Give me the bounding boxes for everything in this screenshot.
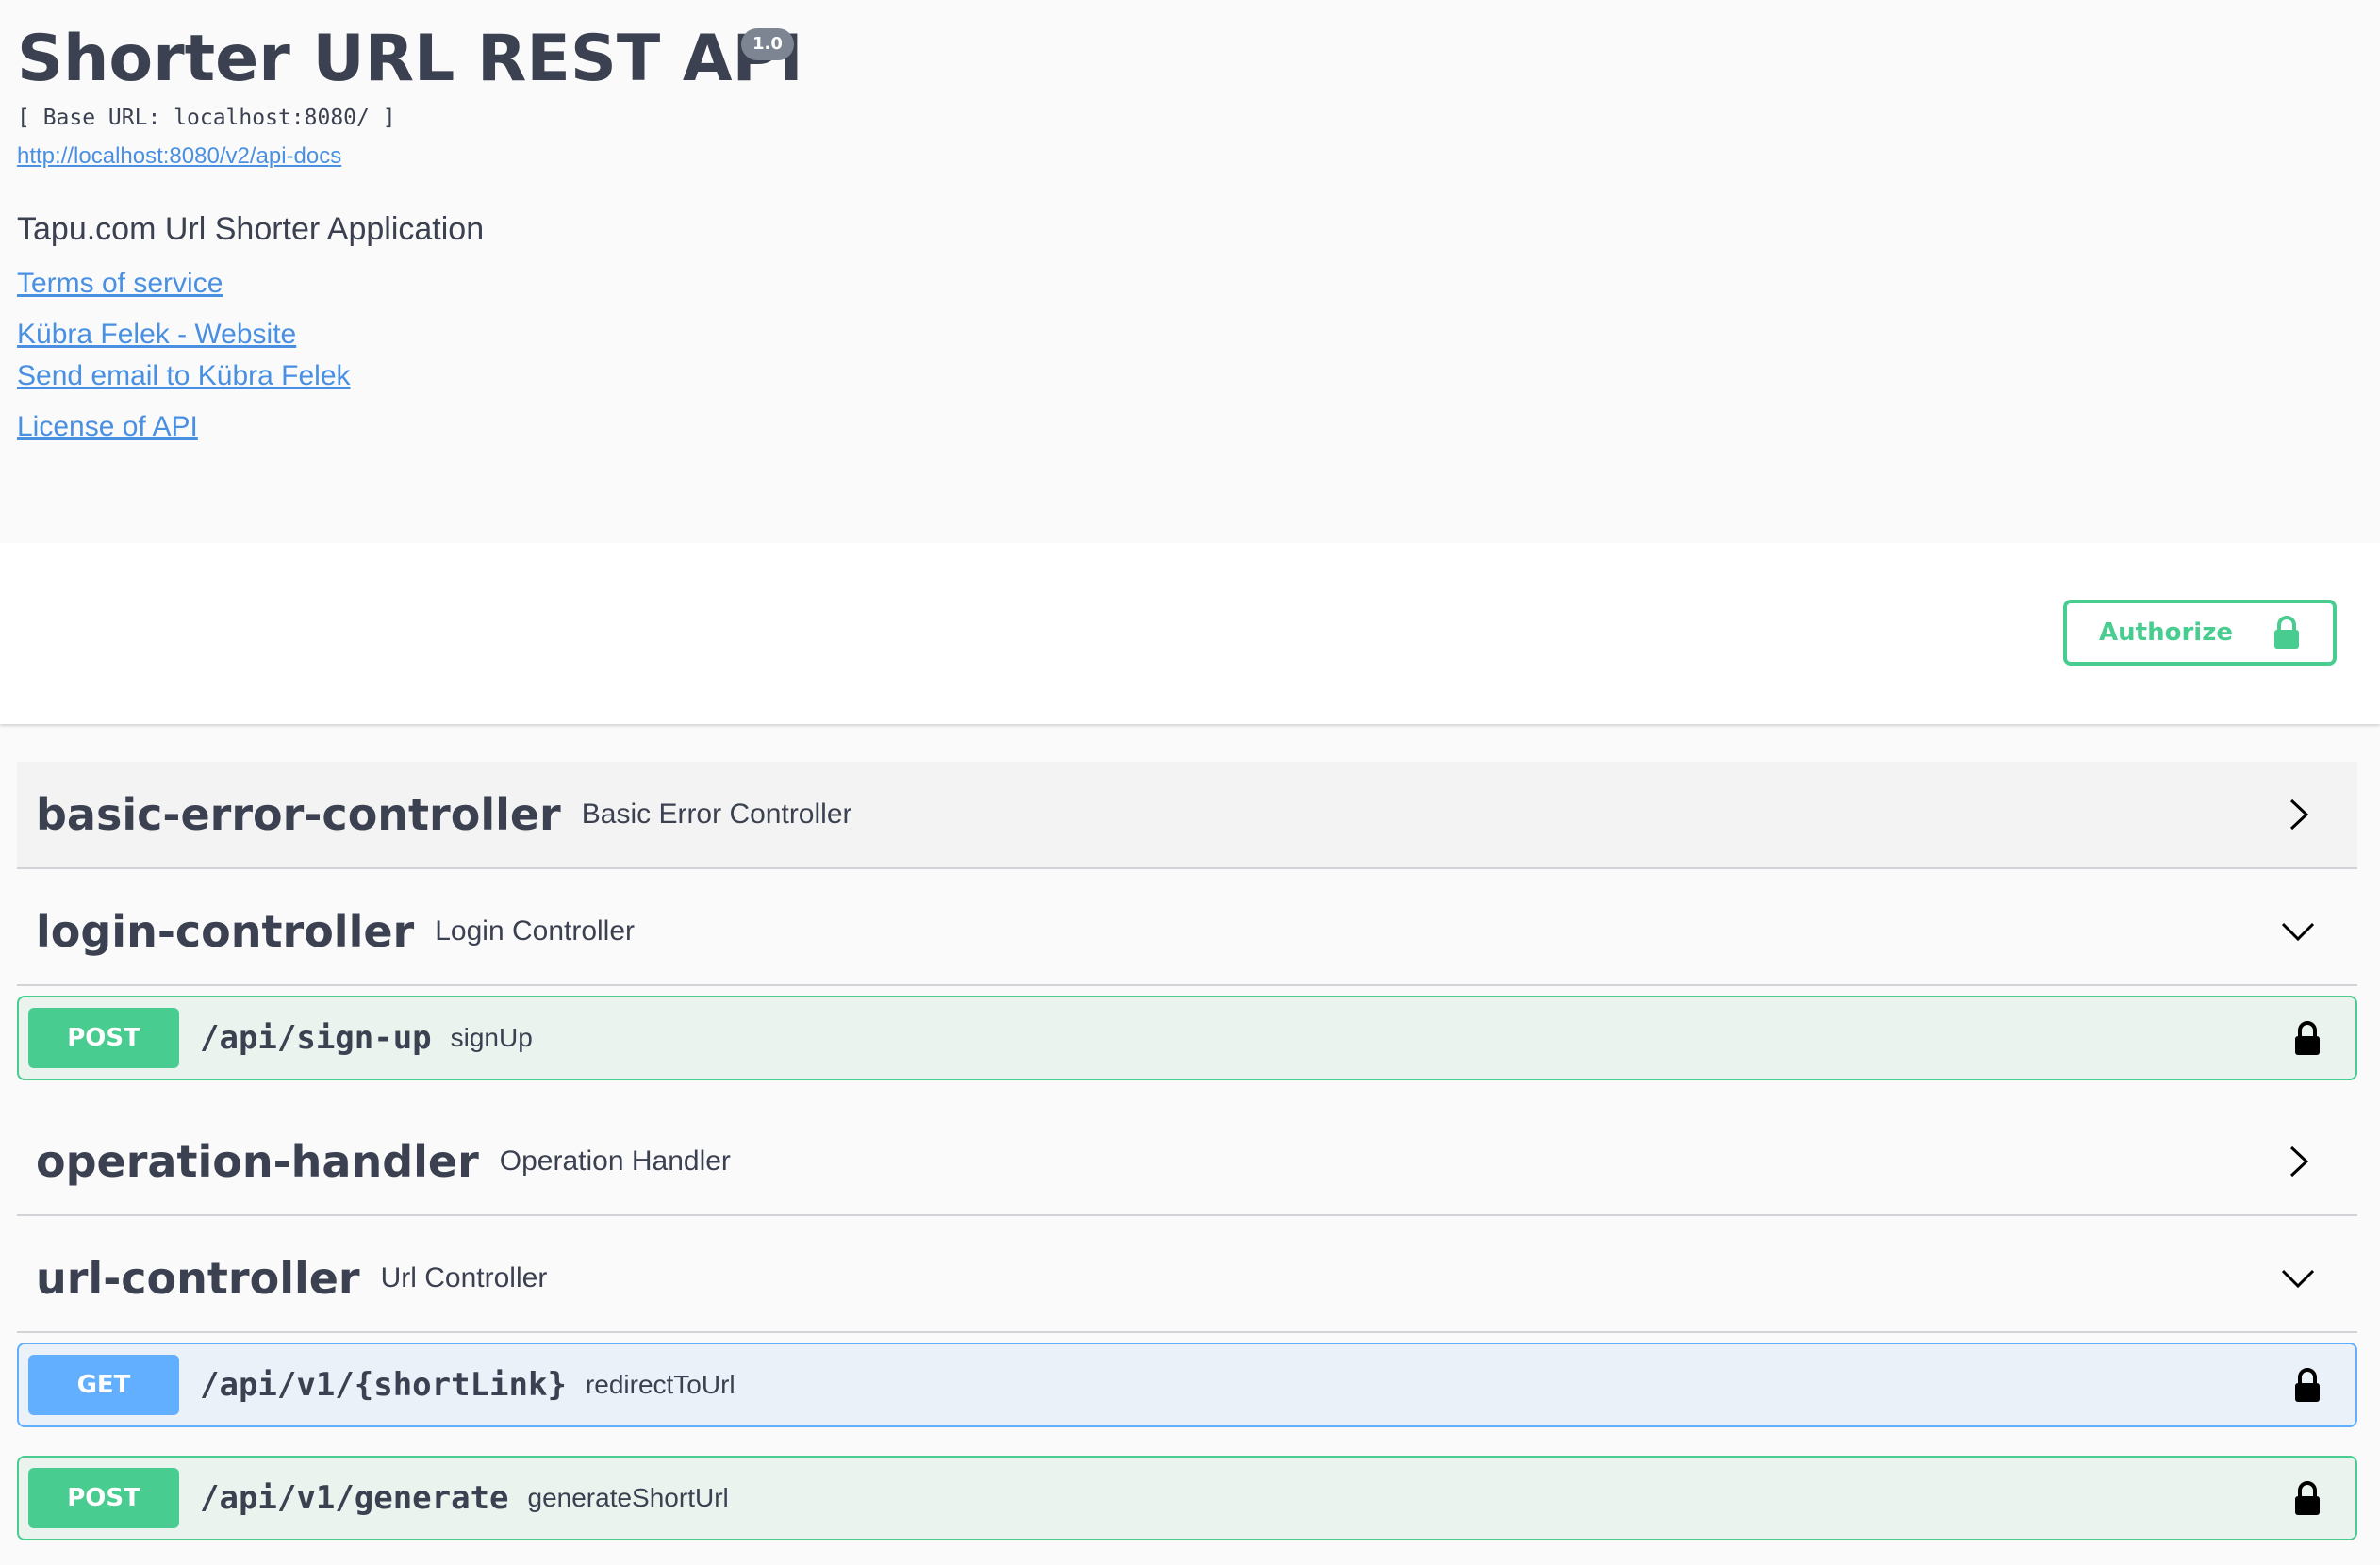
operation-post-generate[interactable]: POST /api/v1/generate generateShortUrl (17, 1456, 2357, 1540)
tag-basic-error-controller[interactable]: basic-error-controller Basic Error Contr… (17, 762, 2357, 869)
api-info: Shorter URL REST API 1.0 [ Base URL: loc… (0, 0, 2380, 543)
tag-name: operation-handler (36, 1136, 479, 1187)
operation-summary: redirectToUrl (585, 1370, 735, 1399)
method-badge: GET (28, 1355, 179, 1415)
tag-name: login-controller (36, 906, 415, 957)
authorize-button[interactable]: Authorize (2063, 600, 2337, 666)
chevron-right-icon (2289, 799, 2309, 831)
base-url: [ Base URL: localhost:8080/ ] (17, 106, 396, 130)
operation-summary: signUp (450, 1023, 533, 1052)
terms-of-service-link[interactable]: Terms of service (17, 268, 223, 300)
api-title: Shorter URL REST API (17, 22, 803, 96)
chevron-down-icon (2282, 922, 2314, 942)
api-description: Tapu.com Url Shorter Application (17, 211, 485, 247)
tag-operation-handler[interactable]: operation-handler Operation Handler (17, 1109, 2357, 1216)
scheme-container (0, 543, 2380, 724)
operation-get-short-link[interactable]: GET /api/v1/{shortLink} redirectToUrl (17, 1343, 2357, 1427)
tag-description: Basic Error Controller (581, 799, 852, 830)
website-link[interactable]: Kübra Felek - Website (17, 319, 296, 351)
lock-icon[interactable] (2293, 1479, 2322, 1517)
operation-path: /api/sign-up (200, 1019, 432, 1057)
lock-icon[interactable] (2293, 1019, 2322, 1057)
chevron-right-icon (2289, 1145, 2309, 1178)
api-docs-link[interactable]: http://localhost:8080/v2/api-docs (17, 143, 341, 170)
license-link[interactable]: License of API (17, 411, 198, 443)
lock-icon[interactable] (2293, 1366, 2322, 1404)
tag-name: basic-error-controller (36, 789, 561, 840)
tag-description: Login Controller (435, 915, 636, 947)
tag-description: Operation Handler (499, 1145, 731, 1177)
authorize-label: Authorize (2099, 618, 2233, 647)
tag-name: url-controller (36, 1253, 360, 1304)
chevron-down-icon (2282, 1269, 2314, 1289)
method-badge: POST (28, 1008, 179, 1068)
operation-path: /api/v1/generate (200, 1479, 509, 1517)
email-link[interactable]: Send email to Kübra Felek (17, 360, 351, 392)
tag-url-controller[interactable]: url-controller Url Controller (17, 1226, 2357, 1333)
tag-login-controller[interactable]: login-controller Login Controller (17, 879, 2357, 986)
operation-path: /api/v1/{shortLink} (200, 1366, 567, 1404)
lock-icon (2273, 616, 2299, 649)
tag-description: Url Controller (380, 1262, 548, 1293)
method-badge: POST (28, 1468, 179, 1528)
operation-summary: generateShortUrl (527, 1483, 729, 1512)
version-badge: 1.0 (741, 28, 794, 60)
operation-post-sign-up[interactable]: POST /api/sign-up signUp (17, 996, 2357, 1080)
